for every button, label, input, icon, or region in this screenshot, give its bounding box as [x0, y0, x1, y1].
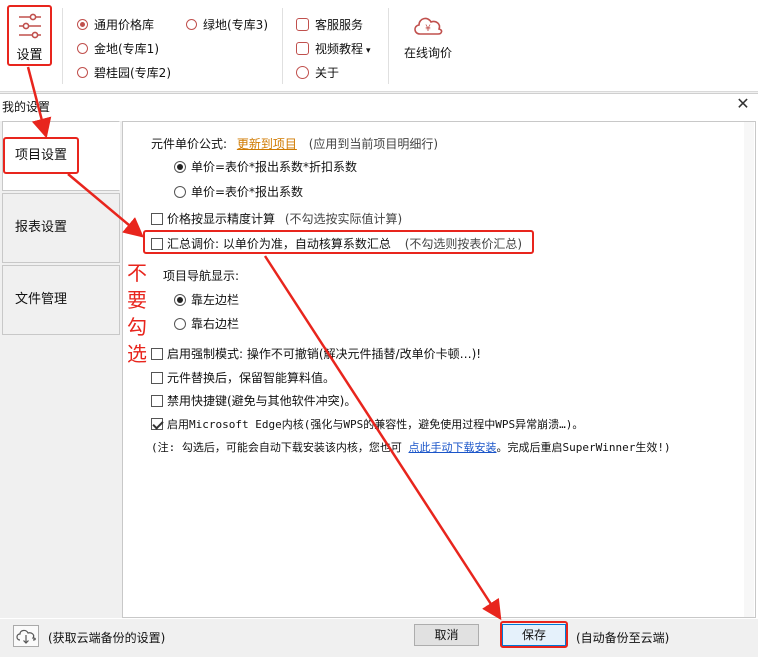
settings-nav: 项目设置 报表设置 文件管理: [0, 121, 122, 618]
annotation-char: 要: [127, 288, 147, 312]
cancel-button[interactable]: 取消: [414, 624, 479, 646]
play-icon: [296, 42, 309, 55]
menu-about[interactable]: 关于: [296, 64, 339, 81]
annotation-char: 勾: [127, 315, 147, 339]
close-icon[interactable]: ✕: [735, 96, 751, 112]
chat-icon: [296, 18, 309, 31]
nav-item-report-settings[interactable]: 报表设置: [2, 193, 120, 263]
keep-formula-checkbox[interactable]: 元件替换后，保留智能算料值。: [151, 369, 335, 386]
settings-content: 元件单价公式: 更新到项目 (应用到当前项目明细行) 单价=表价*报出系数*折扣…: [122, 121, 756, 618]
update-to-project-link[interactable]: 更新到项目: [237, 137, 297, 151]
divider: [388, 8, 389, 84]
radio-icon: [77, 67, 88, 78]
svg-text:¥: ¥: [425, 24, 431, 34]
nav-right-option[interactable]: 靠右边栏: [174, 315, 239, 332]
manual-download-link[interactable]: 点此手动下载安装: [409, 441, 497, 454]
menu-video-tutorial[interactable]: 视频教程 ▾: [296, 40, 371, 57]
checkbox-icon: [151, 348, 163, 360]
scrollbar[interactable]: [744, 122, 754, 617]
menu-customer-service[interactable]: 客服服务: [296, 16, 363, 33]
annotation-char: 不: [127, 261, 147, 285]
annotation-char: 选: [127, 342, 147, 366]
library-biguiyuan[interactable]: 碧桂园(专库2): [77, 64, 171, 81]
radio-icon: [77, 43, 88, 54]
nav-left-option[interactable]: 靠左边栏: [174, 291, 239, 308]
highlight-save: [500, 621, 568, 648]
radio-icon: [77, 19, 88, 30]
online-inquiry-button[interactable]: ¥ 在线询价: [398, 12, 458, 61]
highlight-project-settings: [3, 137, 79, 174]
radio-icon: [174, 294, 186, 306]
radio-icon: [186, 19, 197, 30]
radio-icon: [174, 161, 186, 173]
radio-icon: [174, 186, 186, 198]
save-hint: (自动备份至云端): [576, 631, 670, 645]
checkbox-icon: [151, 395, 163, 407]
divider: [62, 8, 63, 84]
dialog-title: 我的设置: [2, 100, 51, 114]
highlight-settings: [7, 5, 52, 66]
formula-option-discount[interactable]: 单价=表价*报出系数*折扣系数: [174, 158, 357, 175]
edge-core-checkbox[interactable]: 启用Microsoft Edge内核(强化与WPS的兼容性，避免使用过程中WPS…: [151, 416, 583, 432]
radio-icon: [174, 318, 186, 330]
cloud-restore-button[interactable]: [13, 625, 39, 647]
info-icon: [296, 66, 309, 79]
library-jindi[interactable]: 金地(专库1): [77, 40, 159, 57]
chevron-down-icon: ▾: [366, 46, 371, 56]
precision-checkbox[interactable]: 价格按显示精度计算 (不勾选按实际值计算): [151, 210, 402, 227]
force-mode-checkbox[interactable]: 启用强制模式: 操作不可撤销(解决元件插替/改单价卡顿…)!: [151, 345, 481, 362]
unit-price-row: 元件单价公式: 更新到项目 (应用到当前项目明细行): [151, 137, 439, 151]
dialog-footer: (获取云端备份的设置) 取消 保存 (自动备份至云端): [0, 619, 758, 657]
checkbox-icon: [151, 372, 163, 384]
checkbox-icon: [151, 418, 163, 430]
divider: [282, 8, 283, 84]
ribbon: 设置 通用价格库 金地(专库1) 碧桂园(专库2) 绿地(专库3) 客服服务 视…: [0, 0, 758, 92]
formula-option-plain[interactable]: 单价=表价*报出系数: [174, 183, 303, 200]
cloud-restore-hint: (获取云端备份的设置): [48, 631, 166, 645]
nav-item-file-management[interactable]: 文件管理: [2, 265, 120, 335]
settings-dialog: 我的设置 ✕ 项目设置 报表设置 文件管理 元件单价公式: 更新到项目 (应用到…: [0, 93, 758, 657]
library-general[interactable]: 通用价格库: [77, 16, 154, 33]
cloud-download-icon: [16, 629, 36, 644]
checkbox-icon: [151, 213, 163, 225]
disable-hotkeys-checkbox[interactable]: 禁用快捷键(避免与其他软件冲突)。: [151, 392, 356, 409]
cloud-price-icon: ¥: [414, 17, 443, 35]
highlight-summary-adjust: [143, 230, 534, 254]
edge-note: (注: 勾选后，可能会自动下载安装该内核，您也可 点此手动下载安装。完成后重启S…: [151, 441, 671, 454]
nav-display-label: 项目导航显示:: [163, 269, 240, 283]
library-lvdi[interactable]: 绿地(专库3): [186, 16, 268, 33]
